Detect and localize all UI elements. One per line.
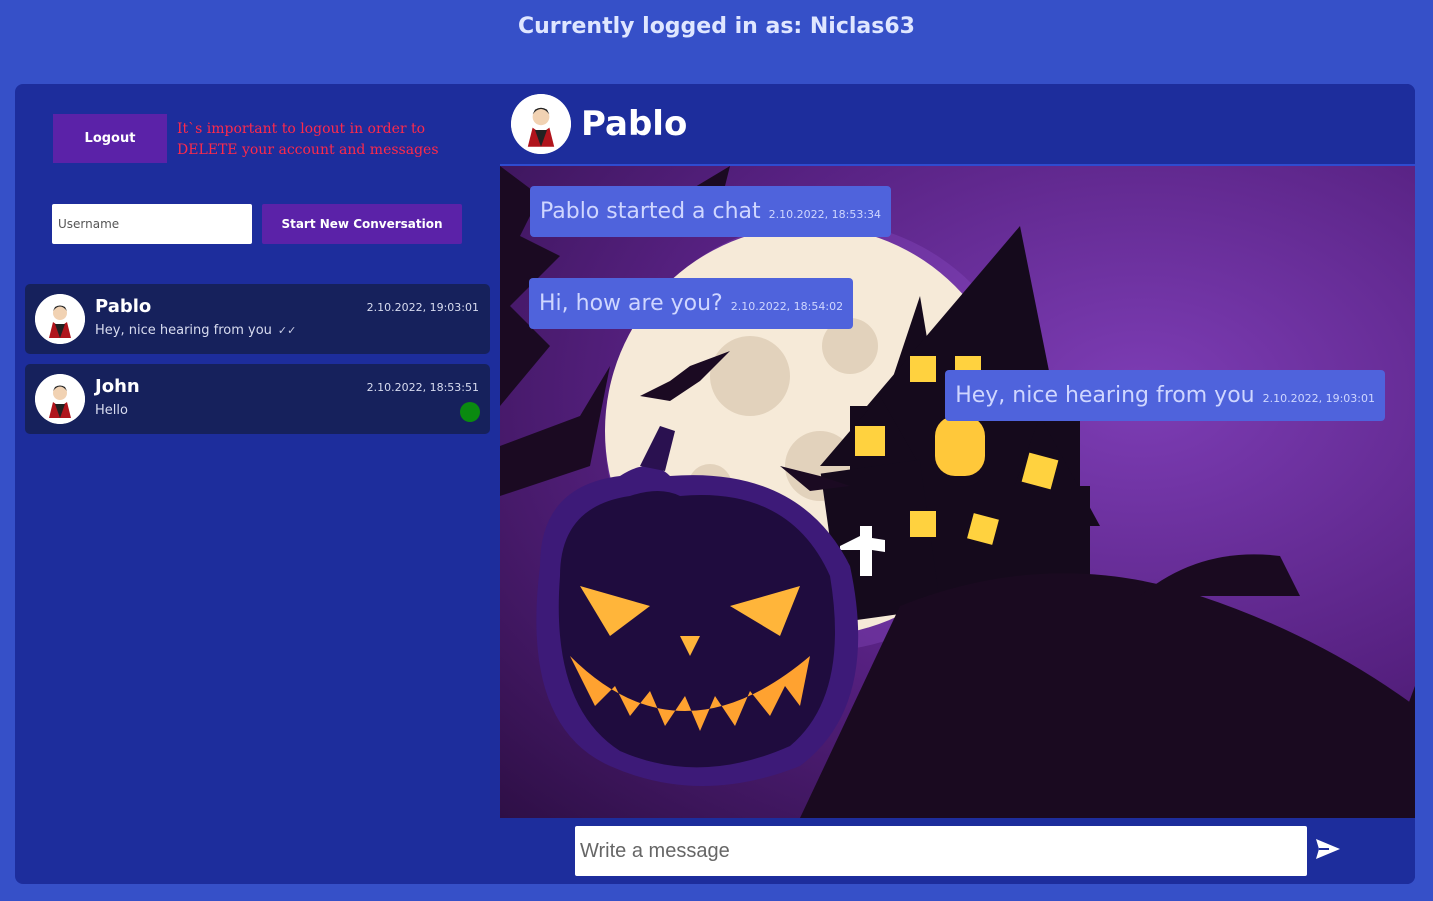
sidebar: Logout It`s important to logout in order… bbox=[15, 84, 501, 884]
vampire-avatar-icon bbox=[511, 94, 571, 154]
message-input[interactable] bbox=[575, 826, 1307, 876]
username-input[interactable] bbox=[52, 204, 252, 244]
logged-in-title: Currently logged in as: Niclas63 bbox=[518, 14, 915, 39]
message-composer bbox=[500, 818, 1415, 884]
conversation-time: 2.10.2022, 19:03:01 bbox=[366, 301, 479, 314]
chat-panel: Pablo Pablo started a chat 2.10.2022, 18… bbox=[500, 84, 1415, 884]
chat-avatar bbox=[511, 94, 571, 154]
message-text: Hey, nice hearing from you bbox=[955, 383, 1255, 408]
conversation-last-message: Hey, nice hearing from you ✓✓ bbox=[95, 323, 296, 338]
message-time: 2.10.2022, 18:53:34 bbox=[768, 208, 882, 221]
message-time: 2.10.2022, 18:54:02 bbox=[730, 300, 844, 313]
vampire-avatar-icon bbox=[35, 374, 85, 424]
start-conversation-button[interactable]: Start New Conversation bbox=[262, 204, 462, 244]
chat-title: Pablo bbox=[581, 104, 688, 144]
conversation-time: 2.10.2022, 18:53:51 bbox=[366, 381, 479, 394]
conversation-item-pablo[interactable]: Pablo Hey, nice hearing from you ✓✓ 2.10.… bbox=[25, 284, 490, 354]
conversation-name: John bbox=[95, 376, 140, 397]
message-text: Pablo started a chat bbox=[540, 199, 761, 224]
message-bubble: Hi, how are you? 2.10.2022, 18:54:02 bbox=[529, 278, 854, 329]
halloween-background-illustration bbox=[500, 166, 1415, 818]
conversation-last-message: Hello bbox=[95, 403, 128, 418]
message-bubble-sent: Hey, nice hearing from you 2.10.2022, 19:… bbox=[945, 370, 1385, 421]
send-button[interactable] bbox=[1315, 838, 1345, 864]
logout-warning: It`s important to logout in order to DEL… bbox=[177, 121, 439, 158]
double-check-icon: ✓✓ bbox=[277, 324, 297, 337]
conversation-item-john[interactable]: John Hello 2.10.2022, 18:53:51 bbox=[25, 364, 490, 434]
chat-background: Pablo started a chat 2.10.2022, 18:53:34 … bbox=[500, 166, 1415, 818]
message-text: Hi, how are you? bbox=[539, 291, 723, 316]
message-time: 2.10.2022, 19:03:01 bbox=[1262, 392, 1375, 405]
conversation-name: Pablo bbox=[95, 296, 152, 317]
vampire-avatar-icon bbox=[35, 294, 85, 344]
logout-button[interactable]: Logout bbox=[53, 114, 167, 163]
chat-header: Pablo bbox=[500, 84, 1415, 166]
send-icon bbox=[1316, 839, 1340, 859]
avatar bbox=[35, 294, 85, 344]
avatar bbox=[35, 374, 85, 424]
online-status-indicator bbox=[460, 402, 480, 422]
last-message-text: Hey, nice hearing from you bbox=[95, 323, 272, 338]
message-bubble: Pablo started a chat 2.10.2022, 18:53:34 bbox=[530, 186, 892, 237]
chat-app: Logout It`s important to logout in order… bbox=[15, 84, 1415, 884]
